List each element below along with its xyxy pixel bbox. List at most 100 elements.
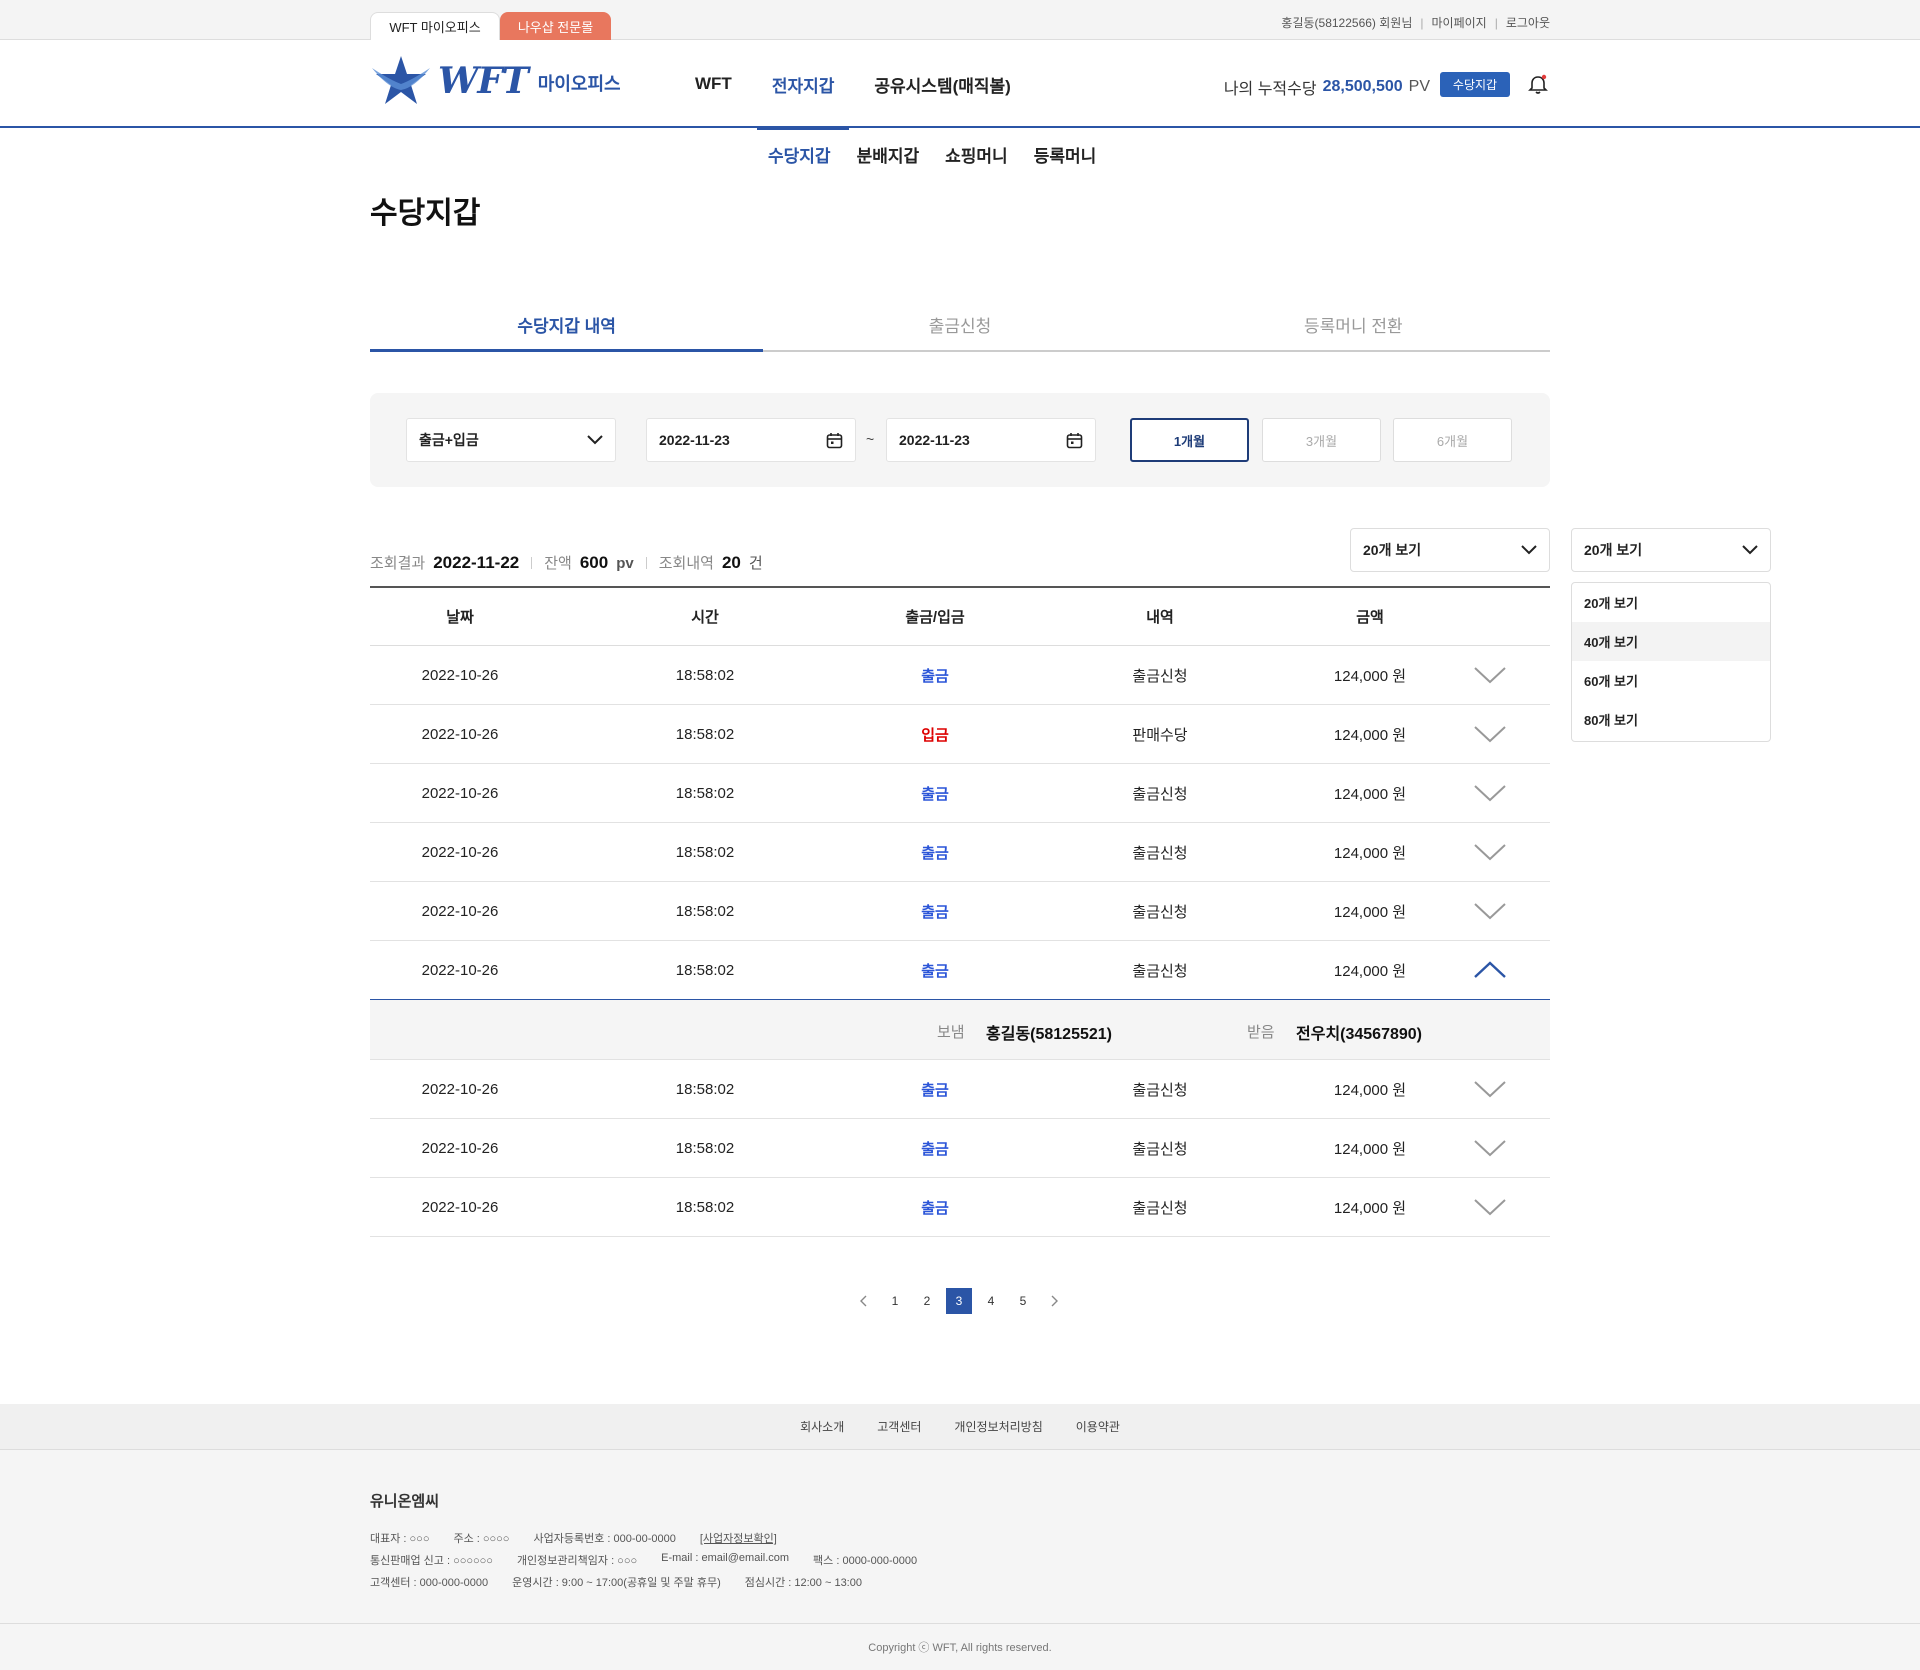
cell-detail: 출금신청 xyxy=(1132,1140,1188,1158)
table-row[interactable]: 2022-10-26 18:58:02 입금 판매수당 124,000 원 xyxy=(370,705,1550,764)
cell-amount: 124,000 원 xyxy=(1333,962,1407,980)
cell-type: 출금 xyxy=(921,962,949,980)
chevron-down-icon[interactable] xyxy=(1473,665,1507,685)
view-option-40[interactable]: 40개 보기 xyxy=(1572,622,1770,661)
ecommerce-report: 통신판매업 신고 : ○○○○○○ xyxy=(370,1555,493,1567)
header-time: 시간 xyxy=(691,609,719,626)
cell-amount: 124,000 원 xyxy=(1333,903,1407,921)
chevron-down-icon[interactable] xyxy=(1473,1197,1507,1217)
period-1-month-button[interactable]: 1개월 xyxy=(1130,418,1249,462)
cell-type: 출금 xyxy=(921,1140,949,1158)
balance-value: 600 xyxy=(579,553,609,572)
lunch-time: 점심시간 : 12:00 ~ 13:00 xyxy=(744,1577,862,1589)
cell-type: 출금 xyxy=(921,844,949,862)
view-count-select-open[interactable]: 20개 보기 xyxy=(1571,528,1771,572)
table-row-expanded[interactable]: 2022-10-26 18:58:02 출금 출금신청 124,000 원 xyxy=(370,941,1550,1000)
page-2[interactable]: 2 xyxy=(914,1288,940,1314)
chevron-up-icon[interactable] xyxy=(1473,960,1507,980)
calendar-icon[interactable] xyxy=(1066,432,1083,449)
view-count-dropdown-list: 20개 보기 40개 보기 60개 보기 80개 보기 xyxy=(1571,582,1771,742)
subnav-register-money[interactable]: 등록머니 xyxy=(1034,142,1097,167)
result-summary: 조회결과 2022-11-22 잔액 600 pv 조회내역 20 건 xyxy=(370,552,763,573)
cell-detail: 출금신청 xyxy=(1132,667,1188,685)
result-date: 2022-11-22 xyxy=(433,553,520,572)
footer-link-privacy[interactable]: 개인정보처리방침 xyxy=(954,1418,1042,1435)
balance-unit: pv xyxy=(616,555,634,572)
table-row[interactable]: 2022-10-26 18:58:02 출금 출금신청 124,000 원 xyxy=(370,764,1550,823)
ceo: 대표자 : ○○○ xyxy=(370,1533,430,1545)
header-date: 날짜 xyxy=(446,609,474,626)
gnb-wft[interactable]: WFT xyxy=(680,40,747,128)
chevron-down-icon[interactable] xyxy=(1473,842,1507,862)
business-info-link[interactable]: [사업자정보확인] xyxy=(700,1530,777,1546)
filter-panel: 출금+입금 2022-11-23 ~ 2022-11-23 1개월 3개월 6개… xyxy=(370,393,1550,487)
content-tabs: 수당지갑 내역 출금신청 등록머니 전환 xyxy=(370,298,1550,352)
cell-date: 2022-10-26 xyxy=(421,843,499,861)
date-range-separator: ~ xyxy=(866,431,875,447)
bell-icon[interactable] xyxy=(1528,74,1548,96)
site-tab-nowshop[interactable]: 나우샵 전문몰 xyxy=(500,12,611,40)
chevron-down-icon[interactable] xyxy=(1473,1079,1507,1099)
chevron-down-icon[interactable] xyxy=(1473,724,1507,744)
date-to-input[interactable]: 2022-11-23 xyxy=(886,418,1096,462)
pagination: 1 2 3 4 5 xyxy=(850,1288,1068,1314)
accum-unit: PV xyxy=(1408,78,1430,95)
global-nav: WFT 전자지갑 공유시스템(매직볼) xyxy=(680,40,1036,130)
footer-link-about[interactable]: 회사소개 xyxy=(800,1418,844,1435)
prev-page-button[interactable] xyxy=(850,1288,876,1314)
view-option-80[interactable]: 80개 보기 xyxy=(1572,700,1770,739)
star-logo-icon xyxy=(372,56,430,104)
footer-link-terms[interactable]: 이용약관 xyxy=(1076,1418,1120,1435)
sub-nav: 수당지갑 분배지갑 쇼핑머니 등록머니 xyxy=(768,142,1096,167)
business-number: 사업자등록번호 : 000-00-0000 xyxy=(533,1533,676,1545)
table-row[interactable]: 2022-10-26 18:58:02 출금 출금신청 124,000 원 xyxy=(370,882,1550,941)
tab-history[interactable]: 수당지갑 내역 xyxy=(370,298,764,352)
gnb-e-wallet[interactable]: 전자지갑 xyxy=(756,40,850,130)
logout-link[interactable]: 로그아웃 xyxy=(1506,14,1550,31)
cell-amount: 124,000 원 xyxy=(1333,1081,1407,1099)
view-option-20[interactable]: 20개 보기 xyxy=(1572,583,1770,622)
period-3-months-button[interactable]: 3개월 xyxy=(1262,418,1381,462)
subnav-distribution-wallet[interactable]: 분배지갑 xyxy=(857,142,920,167)
calendar-icon[interactable] xyxy=(826,432,843,449)
cell-time: 18:58:02 xyxy=(675,784,735,802)
cell-amount: 124,000 원 xyxy=(1333,667,1407,685)
cell-time: 18:58:02 xyxy=(675,666,735,684)
next-page-button[interactable] xyxy=(1042,1288,1068,1314)
type-select[interactable]: 출금+입금 xyxy=(406,418,616,462)
mypage-link[interactable]: 마이페이지 xyxy=(1432,14,1487,31)
site-tab-myoffice[interactable]: WFT 마이오피스 xyxy=(370,12,500,40)
cell-date: 2022-10-26 xyxy=(421,1080,499,1098)
chevron-down-icon[interactable] xyxy=(1473,1138,1507,1158)
logo-text: WFT xyxy=(438,60,529,102)
chevron-down-icon[interactable] xyxy=(1473,783,1507,803)
company-name: 유니온엠씨 xyxy=(370,1493,440,1510)
page-4[interactable]: 4 xyxy=(978,1288,1004,1314)
page-1[interactable]: 1 xyxy=(882,1288,908,1314)
subnav-shopping-money[interactable]: 쇼핑머니 xyxy=(945,142,1008,167)
period-6-months-button[interactable]: 6개월 xyxy=(1393,418,1512,462)
tab-register-money-convert[interactable]: 등록머니 전환 xyxy=(1157,298,1550,350)
subnav-allowance-wallet[interactable]: 수당지갑 xyxy=(768,142,831,167)
tab-withdraw-request[interactable]: 출금신청 xyxy=(763,298,1156,350)
sender-value: 홍길동(58125521) xyxy=(986,1026,1113,1043)
table-row[interactable]: 2022-10-26 18:58:02 출금 출금신청 124,000 원 xyxy=(370,646,1550,705)
address: 주소 : ○○○○ xyxy=(453,1533,510,1545)
table-row[interactable]: 2022-10-26 18:58:02 출금 출금신청 124,000 원 xyxy=(370,1119,1550,1178)
table-row[interactable]: 2022-10-26 18:58:02 출금 출금신청 124,000 원 xyxy=(370,823,1550,882)
table-row[interactable]: 2022-10-26 18:58:02 출금 출금신청 124,000 원 xyxy=(370,1178,1550,1237)
chevron-down-icon[interactable] xyxy=(1473,901,1507,921)
footer-link-support[interactable]: 고객센터 xyxy=(877,1418,921,1435)
chevron-left-icon xyxy=(860,1295,867,1307)
logo[interactable]: WFT 마이오피스 xyxy=(370,54,621,108)
cell-type: 출금 xyxy=(921,1081,949,1099)
page-3-current[interactable]: 3 xyxy=(946,1288,972,1314)
table-row[interactable]: 2022-10-26 18:58:02 출금 출금신청 124,000 원 xyxy=(370,1060,1550,1119)
cell-time: 18:58:02 xyxy=(675,902,735,920)
allowance-wallet-button[interactable]: 수당지갑 xyxy=(1440,72,1510,97)
page-5[interactable]: 5 xyxy=(1010,1288,1036,1314)
date-from-input[interactable]: 2022-11-23 xyxy=(646,418,856,462)
view-count-select[interactable]: 20개 보기 xyxy=(1350,528,1550,572)
gnb-share-system[interactable]: 공유시스템(매직볼) xyxy=(859,40,1025,128)
view-option-60[interactable]: 60개 보기 xyxy=(1572,661,1770,700)
